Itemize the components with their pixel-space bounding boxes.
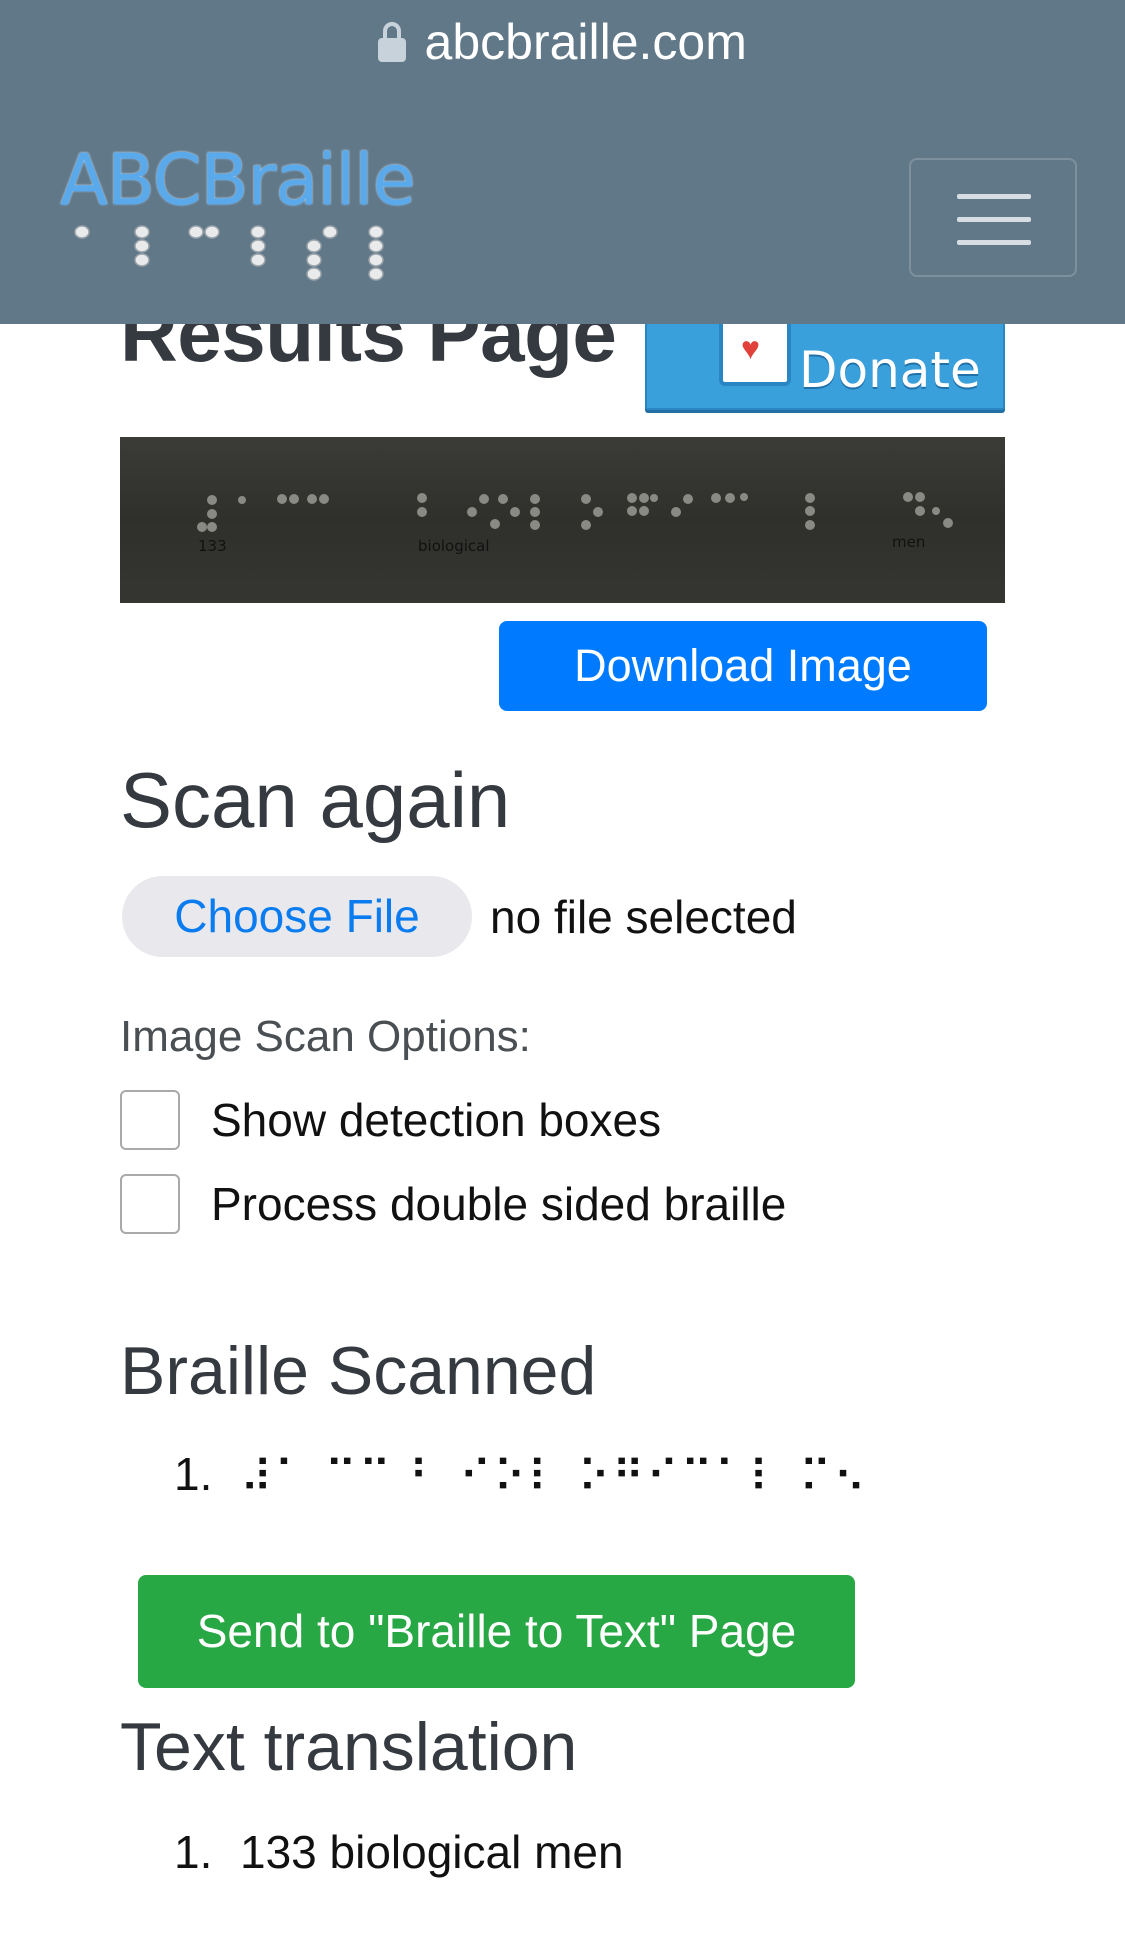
braille-scanned-text: ⠼⠁ ⠉⠉ ⠃ ⠊⠕⠇ ⠕⠛⠊⠉⠁⠇ ⠍⠢ xyxy=(240,1452,868,1503)
download-image-button[interactable]: Download Image xyxy=(499,621,987,711)
choose-file-button[interactable]: Choose File xyxy=(122,876,472,957)
list-number: 1. xyxy=(174,1448,213,1500)
show-detection-boxes-checkbox[interactable] xyxy=(120,1090,180,1150)
double-sided-braille-label[interactable]: Process double sided braille xyxy=(211,1174,786,1234)
heart-icon: ♥ xyxy=(741,330,760,366)
site-header: abcbraille.com ABCBraille xyxy=(0,0,1125,324)
donate-button[interactable]: ♥ Donate xyxy=(645,322,1005,410)
image-label-number: 133 xyxy=(198,537,227,555)
list-number: 1. xyxy=(174,1826,213,1878)
scanned-braille-image: 133 biological men xyxy=(120,437,1005,603)
donation-jar-icon: ♥ xyxy=(719,324,791,386)
url-text: abcbraille.com xyxy=(424,14,747,70)
image-label-word: biological xyxy=(418,537,490,555)
hamburger-menu-button[interactable] xyxy=(909,158,1077,277)
text-translation-heading: Text translation xyxy=(120,1709,578,1785)
abcbraille-logo[interactable]: ABCBraille xyxy=(60,140,416,290)
hamburger-menu-icon xyxy=(957,194,1031,199)
file-status-text: no file selected xyxy=(490,891,797,943)
donate-label: Donate xyxy=(799,341,981,399)
scan-again-heading: Scan again xyxy=(120,756,511,844)
braille-dots-graphic xyxy=(197,492,953,532)
translation-text: 133 biological men xyxy=(240,1826,624,1878)
scan-options-label: Image Scan Options: xyxy=(120,1012,531,1061)
browser-url-bar[interactable]: abcbraille.com xyxy=(0,10,1125,74)
braille-scanned-heading: Braille Scanned xyxy=(120,1333,597,1409)
double-sided-braille-checkbox[interactable] xyxy=(120,1174,180,1234)
lock-icon xyxy=(378,22,407,62)
image-label-word: men xyxy=(892,533,926,551)
logo-text: ABCBraille xyxy=(60,139,416,221)
show-detection-boxes-label[interactable]: Show detection boxes xyxy=(211,1090,661,1150)
logo-braille-dots xyxy=(74,225,384,281)
send-to-braille-to-text-button[interactable]: Send to "Braille to Text" Page xyxy=(138,1575,855,1688)
